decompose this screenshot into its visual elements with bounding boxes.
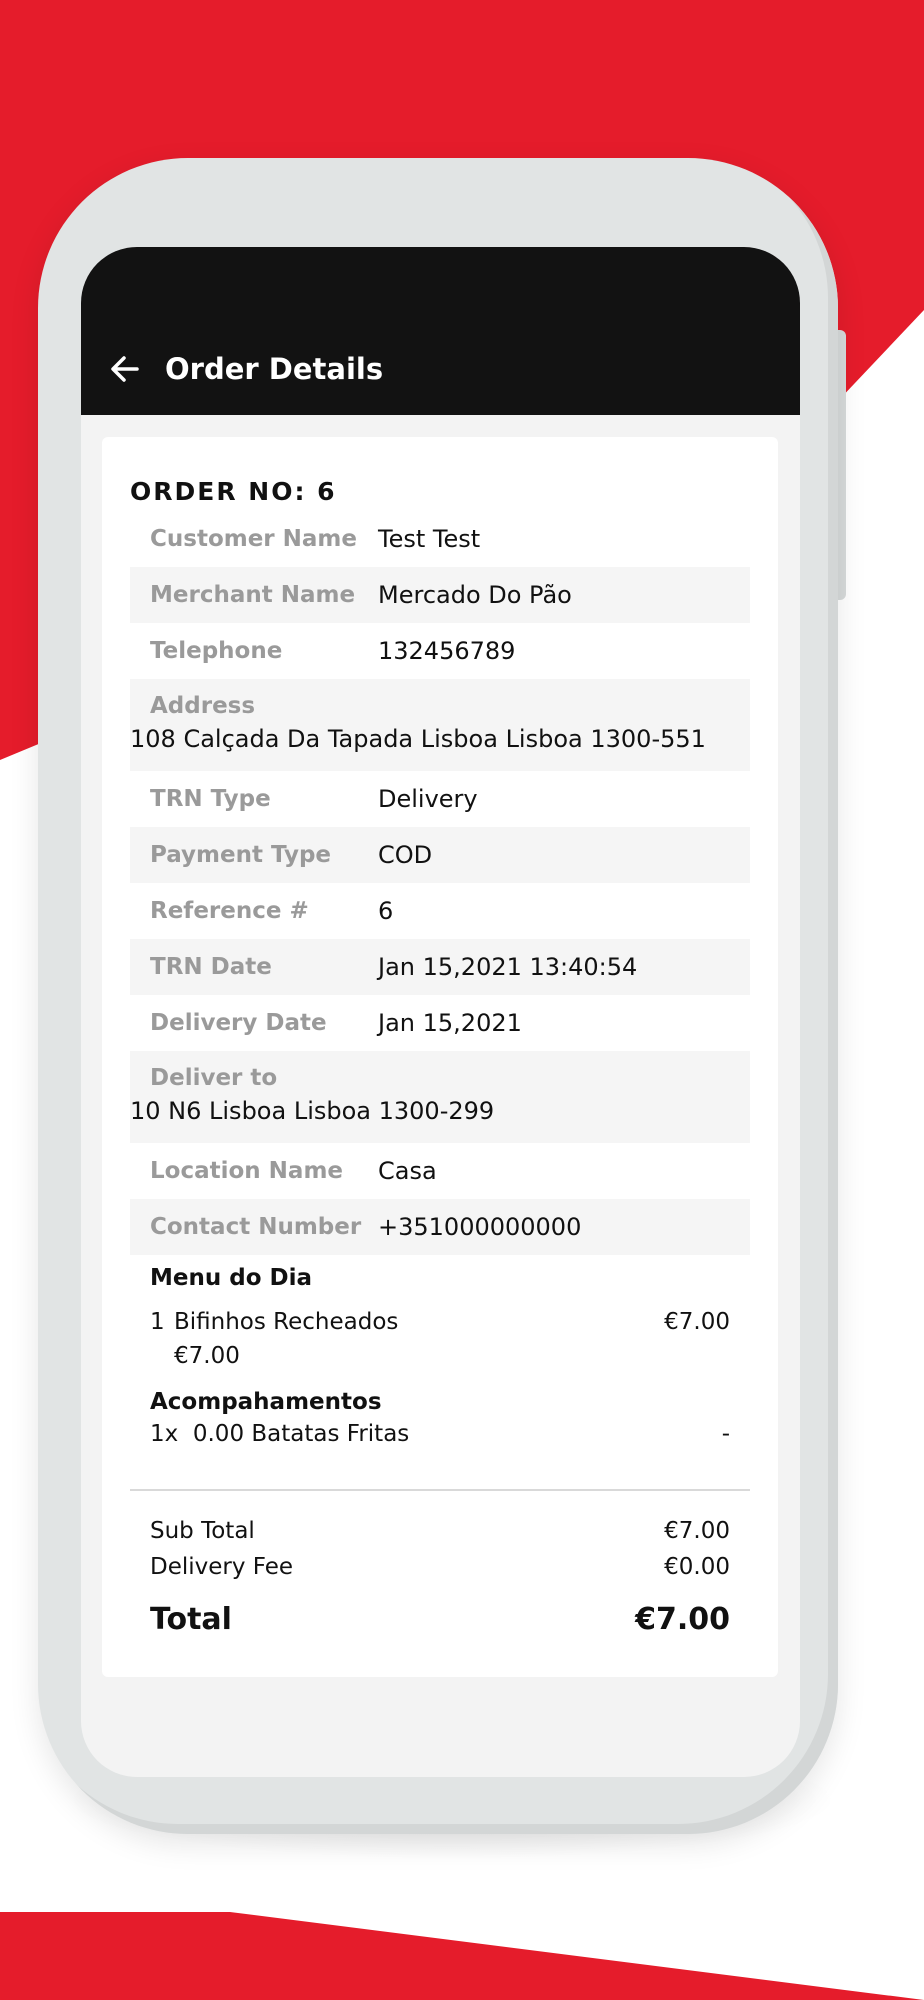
detail-value: Casa xyxy=(378,1157,437,1185)
menu-item-unit-price: €7.00 xyxy=(174,1343,240,1369)
menu-item-desc: 1 Bifinhos Recheados xyxy=(150,1309,398,1335)
order-details-list: Customer Name Test Test Merchant Name Merca… xyxy=(130,511,750,1255)
detail-label: Contact Number xyxy=(150,1214,362,1240)
detail-row: Telephone 132456789 xyxy=(130,623,750,679)
detail-label: Customer Name xyxy=(150,526,357,552)
detail-value: 10 N6 Lisboa Lisboa 1300-299 xyxy=(130,1097,495,1125)
total-value: €7.00 xyxy=(635,1601,730,1637)
detail-row: TRN Type Delivery xyxy=(130,771,750,827)
menu-item-row: 1 Bifinhos Recheados €7.00 xyxy=(150,1309,730,1335)
menu-category-title: Menu do Dia xyxy=(150,1265,313,1291)
detail-value: Jan 15,2021 13:40:54 xyxy=(378,953,638,981)
detail-value: COD xyxy=(378,841,433,869)
subtotal-value: €7.00 xyxy=(664,1518,730,1544)
addon-row: 1x 0.00 Batatas Fritas - xyxy=(150,1421,730,1447)
phone-screen: Order Details ORDER NO: 6 Customer Name T… xyxy=(81,247,800,1777)
total-label: Total xyxy=(150,1601,232,1637)
detail-value: Test Test xyxy=(378,525,481,553)
addon-value: - xyxy=(721,1421,730,1447)
totals-divider xyxy=(130,1489,750,1491)
detail-label: Payment Type xyxy=(150,842,332,868)
detail-row: Delivery Date Jan 15,2021 xyxy=(130,995,750,1051)
detail-label: Reference # xyxy=(150,898,309,924)
detail-row: Customer Name Test Test xyxy=(130,511,750,567)
detail-row: Payment Type COD xyxy=(130,827,750,883)
app-bar: Order Details xyxy=(81,247,800,415)
delivery-fee-label: Delivery Fee xyxy=(150,1554,294,1580)
menu-item-total: €7.00 xyxy=(664,1309,730,1335)
detail-row: Merchant Name Mercado Do Pão xyxy=(130,567,750,623)
detail-label: Delivery Date xyxy=(150,1010,327,1036)
order-card: ORDER NO: 6 Customer Name Test Test Mercha… xyxy=(102,437,778,1677)
subtotal-label: Sub Total xyxy=(150,1518,255,1544)
detail-row: Contact Number +351000000000 xyxy=(130,1199,750,1255)
detail-label: TRN Date xyxy=(150,954,272,980)
detail-value: Delivery xyxy=(378,785,478,813)
menu-section: Menu do Dia 1 Bifinhos Recheados €7.00 €7… xyxy=(150,1265,730,1447)
detail-label: Address xyxy=(150,693,256,719)
menu-item-name: Bifinhos Recheados xyxy=(174,1309,399,1335)
detail-label: Location Name xyxy=(150,1158,344,1184)
detail-row: Address 108 Calçada Da Tapada Lisboa Lisb… xyxy=(130,679,750,771)
delivery-fee-value: €0.00 xyxy=(664,1554,730,1580)
detail-label: TRN Type xyxy=(150,786,271,812)
detail-row: Location Name Casa xyxy=(130,1143,750,1199)
order-number-heading: ORDER NO: 6 xyxy=(130,477,337,506)
detail-value: 6 xyxy=(378,897,394,925)
addon-line-text: 1x 0.00 Batatas Fritas xyxy=(150,1421,410,1447)
delivery-fee-row: Delivery Fee €0.00 xyxy=(150,1549,730,1585)
detail-value: 132456789 xyxy=(378,637,516,665)
detail-label: Deliver to xyxy=(150,1065,278,1091)
totals-section: Sub Total €7.00 Delivery Fee €0.00 Total… xyxy=(150,1513,730,1643)
detail-row: Deliver to 10 N6 Lisboa Lisboa 1300-299 xyxy=(130,1051,750,1143)
page-title: Order Details xyxy=(165,352,384,386)
detail-value: +351000000000 xyxy=(378,1213,582,1241)
subtotal-row: Sub Total €7.00 xyxy=(150,1513,730,1549)
detail-row: TRN Date Jan 15,2021 13:40:54 xyxy=(130,939,750,995)
detail-value: Jan 15,2021 xyxy=(378,1009,522,1037)
detail-label: Merchant Name xyxy=(150,582,356,608)
menu-item-qty: 1 xyxy=(150,1309,165,1335)
detail-value: 108 Calçada Da Tapada Lisboa Lisboa 1300… xyxy=(130,725,706,753)
detail-value: Mercado Do Pão xyxy=(378,581,572,609)
detail-row: Reference # 6 xyxy=(130,883,750,939)
total-row: Total €7.00 xyxy=(150,1595,730,1643)
addon-group-title: Acompahamentos xyxy=(150,1389,382,1415)
arrow-left-icon[interactable] xyxy=(109,353,141,385)
detail-label: Telephone xyxy=(150,638,283,664)
